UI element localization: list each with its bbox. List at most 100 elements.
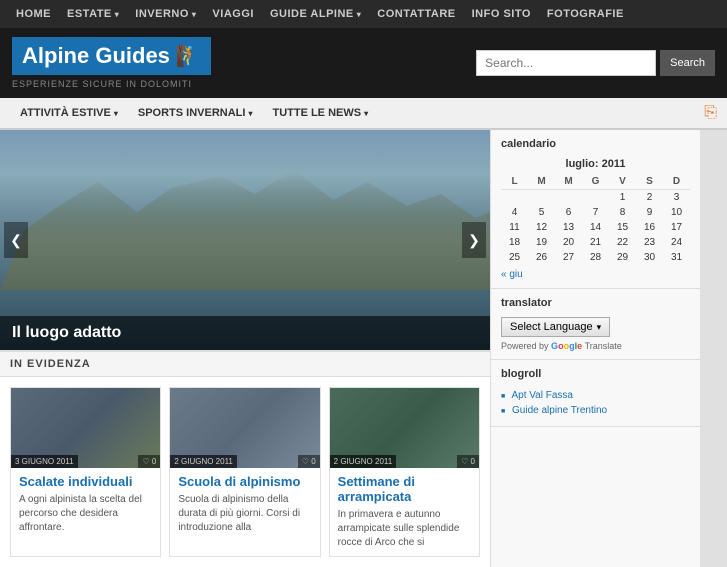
cal-day[interactable]: 25 <box>501 250 528 265</box>
cal-day[interactable]: 24 <box>663 235 690 250</box>
cards-area: 3 GIUGNO 2011 ♡ 0 Scalate individuali A … <box>0 377 490 567</box>
nav-item-contattare[interactable]: CONTATTARE <box>369 0 463 28</box>
logo-area: Alpine Guides 🧗 ESPERIENZE SICURE IN DOL… <box>12 37 211 89</box>
card-1-text: A ogni alpinista la scelta del percorso … <box>19 493 152 535</box>
card-1: 3 GIUGNO 2011 ♡ 0 Scalate individuali A … <box>10 387 161 557</box>
powered-by-text: Powered by Google Translate <box>501 341 690 351</box>
hiker-icon: 🧗 <box>176 44 201 69</box>
search-input[interactable] <box>476 50 656 76</box>
blogroll-link-1[interactable]: Apt Val Fassa <box>511 390 573 401</box>
nav-item-inverno[interactable]: INVERNO▾ <box>127 0 204 28</box>
cal-day[interactable]: 11 <box>501 220 528 235</box>
site-header: Alpine Guides 🧗 ESPERIENZE SICURE IN DOL… <box>0 28 727 98</box>
cal-day[interactable]: 12 <box>528 220 555 235</box>
cal-day[interactable]: 13 <box>555 220 582 235</box>
card-2-body: Scuola di alpinismo Scuola di alpinismo … <box>170 468 319 541</box>
calendar-nav: « giu <box>501 269 690 280</box>
translator-section-title: Translator <box>501 297 690 309</box>
cal-day[interactable]: 23 <box>636 235 663 250</box>
card-2: 2 GIUGNO 2011 ♡ 0 Scuola di alpinismo Sc… <box>169 387 320 557</box>
main-layout: ❮ ❯ Il luogo adatto IN EVIDENZA 3 GIUGNO… <box>0 130 727 567</box>
slider-prev-button[interactable]: ❮ <box>4 222 28 258</box>
cal-day[interactable]: 31 <box>663 250 690 265</box>
cal-day[interactable]: 7 <box>582 205 609 220</box>
translate-label: Translate <box>585 341 622 351</box>
card-3-title[interactable]: Settimane di arrampicata <box>338 474 471 504</box>
sub-nav-sports-invernali[interactable]: SPORTS INVERNALI▾ <box>128 97 263 129</box>
cal-day[interactable] <box>501 190 528 206</box>
sidebar: calendario luglio: 2011 L M M G V S D <box>490 130 700 567</box>
cal-header-l: L <box>501 174 528 190</box>
card-image-3: 2 GIUGNO 2011 ♡ 0 <box>330 388 479 468</box>
cal-day[interactable]: 1 <box>609 190 636 206</box>
card-1-title[interactable]: Scalate individuali <box>19 474 152 489</box>
blogroll-list: Apt Val Fassa Guide alpine Trentino <box>501 388 690 418</box>
sub-nav-tutte-le-news[interactable]: TUTTE LE NEWS▾ <box>262 97 378 129</box>
select-language-label: Select Language <box>510 321 593 333</box>
cal-day[interactable]: 22 <box>609 235 636 250</box>
cal-day[interactable]: 29 <box>609 250 636 265</box>
slider-next-button[interactable]: ❯ <box>462 222 486 258</box>
sub-nav-attivita-estive[interactable]: ATTIVITÀ ESTIVE▾ <box>10 97 128 129</box>
cal-day[interactable]: 14 <box>582 220 609 235</box>
content-area: ❮ ❯ Il luogo adatto IN EVIDENZA 3 GIUGNO… <box>0 130 490 567</box>
translator-area: Select Language ▾ Powered by Google Tran… <box>501 317 690 351</box>
cal-day[interactable] <box>528 190 555 206</box>
cal-day[interactable]: 3 <box>663 190 690 206</box>
cal-day[interactable]: 30 <box>636 250 663 265</box>
cal-header-g: G <box>582 174 609 190</box>
cal-day[interactable]: 27 <box>555 250 582 265</box>
card-3: 2 GIUGNO 2011 ♡ 0 Settimane di arrampica… <box>329 387 480 557</box>
nav-item-home[interactable]: HOME <box>8 0 59 28</box>
cal-day[interactable]: 20 <box>555 235 582 250</box>
cal-header-v: V <box>609 174 636 190</box>
cal-day[interactable] <box>555 190 582 206</box>
card-2-comments: ♡ 0 <box>298 455 320 468</box>
nav-item-viaggi[interactable]: VIAGGI <box>204 0 262 28</box>
top-navigation: HOME ESTATE▾ INVERNO▾ VIAGGI GUIDE ALPIN… <box>0 0 727 28</box>
nav-item-info-sito[interactable]: INFO SITO <box>464 0 539 28</box>
card-1-comments: ♡ 0 <box>138 455 160 468</box>
cal-day[interactable]: 26 <box>528 250 555 265</box>
cal-day[interactable]: 21 <box>582 235 609 250</box>
in-evidenza-header: IN EVIDENZA <box>0 350 490 377</box>
cal-day[interactable]: 6 <box>555 205 582 220</box>
cal-day[interactable]: 8 <box>609 205 636 220</box>
calendar-section: calendario luglio: 2011 L M M G V S D <box>491 130 700 289</box>
search-button[interactable]: Search <box>660 50 715 76</box>
nav-item-estate[interactable]: ESTATE▾ <box>59 0 127 28</box>
rss-icon[interactable]: ⎘ <box>704 104 717 122</box>
blogroll-item-1: Apt Val Fassa <box>501 388 690 403</box>
cal-header-s: S <box>636 174 663 190</box>
cal-day[interactable] <box>582 190 609 206</box>
calendar-section-title: calendario <box>501 138 690 150</box>
calendar-title: luglio: 2011 <box>501 158 690 170</box>
cal-header-d: D <box>663 174 690 190</box>
cal-day[interactable]: 15 <box>609 220 636 235</box>
cal-day[interactable]: 28 <box>582 250 609 265</box>
cal-day[interactable]: 16 <box>636 220 663 235</box>
cal-day[interactable]: 5 <box>528 205 555 220</box>
nav-item-fotografie[interactable]: FOTOGRAFIE <box>539 0 632 28</box>
cal-day[interactable]: 4 <box>501 205 528 220</box>
card-image-2: 2 GIUGNO 2011 ♡ 0 <box>170 388 319 468</box>
card-1-body: Scalate individuali A ogni alpinista la … <box>11 468 160 541</box>
card-image-1: 3 GIUGNO 2011 ♡ 0 <box>11 388 160 468</box>
cal-day[interactable]: 9 <box>636 205 663 220</box>
card-2-title[interactable]: Scuola di alpinismo <box>178 474 311 489</box>
cal-day[interactable]: 17 <box>663 220 690 235</box>
cal-day[interactable]: 19 <box>528 235 555 250</box>
cal-day[interactable]: 18 <box>501 235 528 250</box>
calendar-prev-link[interactable]: « giu <box>501 269 523 280</box>
nav-item-guide-alpine[interactable]: GUIDE ALPINE▾ <box>262 0 369 28</box>
cal-day[interactable]: 2 <box>636 190 663 206</box>
cal-day[interactable]: 10 <box>663 205 690 220</box>
slider-caption: Il luogo adatto <box>0 316 490 350</box>
blogroll-link-2[interactable]: Guide alpine Trentino <box>512 405 607 416</box>
cal-header-m2: M <box>555 174 582 190</box>
select-language-button[interactable]: Select Language ▾ <box>501 317 610 337</box>
card-2-text: Scuola di alpinismo della durata di più … <box>178 493 311 535</box>
calendar-body: 1234567891011121314151617181920212223242… <box>501 190 690 266</box>
blogroll-section: Blogroll Apt Val Fassa Guide alpine Tren… <box>491 360 700 427</box>
search-area: Search <box>476 50 715 76</box>
